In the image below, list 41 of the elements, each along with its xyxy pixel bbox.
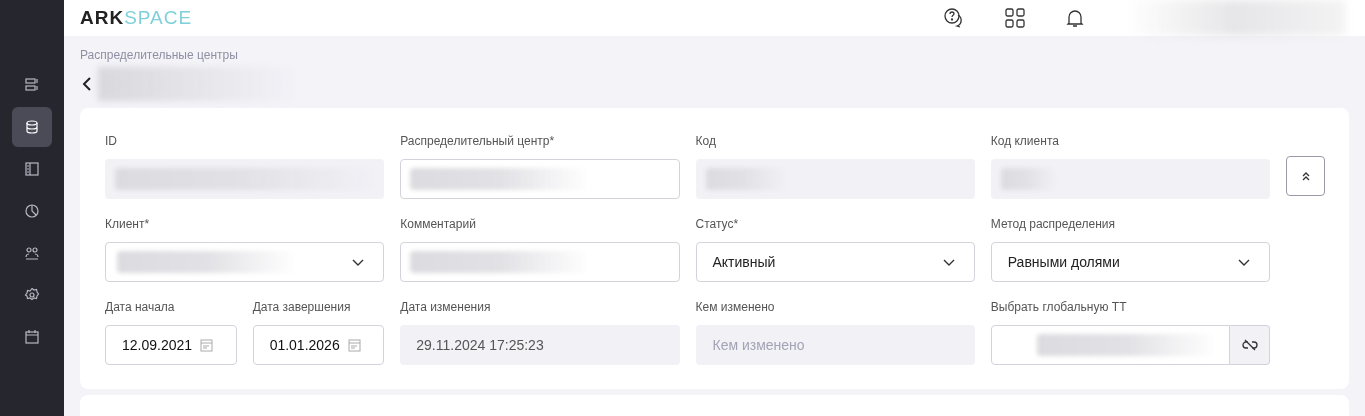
select-field[interactable]: Равными долями bbox=[990, 242, 1270, 282]
select-field[interactable]: Активный bbox=[695, 242, 975, 282]
field-label: Дата начала bbox=[105, 299, 176, 316]
readonly-field: Кем изменено bbox=[695, 325, 975, 365]
field-label: Дата завершения bbox=[252, 299, 352, 316]
calendar-icon bbox=[200, 338, 214, 352]
users-icon bbox=[24, 245, 40, 261]
logo: ARKSPACE bbox=[80, 5, 193, 30]
collapse-button[interactable] bbox=[1286, 156, 1325, 196]
field-label: Код bbox=[695, 133, 717, 150]
select-field[interactable] bbox=[105, 242, 385, 282]
apps-icon[interactable] bbox=[1005, 8, 1025, 28]
field-label: Комментарий bbox=[400, 216, 477, 233]
field-label: ID bbox=[105, 133, 118, 150]
layout-icon bbox=[24, 77, 40, 93]
book-icon bbox=[24, 161, 40, 177]
sidebar-item[interactable] bbox=[12, 107, 52, 147]
database-icon bbox=[24, 119, 40, 135]
date-field[interactable]: 12.09.2021 bbox=[105, 325, 237, 365]
field-label: Выбрать глобальную ТТ bbox=[990, 299, 1128, 316]
input-field[interactable] bbox=[400, 242, 680, 282]
date-field[interactable]: 01.01.2026 bbox=[252, 325, 385, 365]
field-label: Кем изменено bbox=[695, 299, 776, 316]
field-label: Дата изменения bbox=[400, 299, 492, 316]
bell-icon[interactable] bbox=[1065, 8, 1085, 28]
unlink-button[interactable] bbox=[1230, 325, 1270, 365]
field-label: Распределительный центр* bbox=[400, 133, 556, 150]
readonly-field: 29.11.2024 17:25:23 bbox=[400, 325, 680, 365]
field-label: Статус* bbox=[695, 216, 740, 233]
calendar-icon bbox=[24, 329, 40, 345]
input-field[interactable] bbox=[400, 159, 680, 199]
back-icon[interactable] bbox=[80, 76, 94, 92]
field-label: Клиент* bbox=[105, 216, 151, 233]
input-field[interactable] bbox=[990, 325, 1230, 365]
field-label: Код клиента bbox=[990, 133, 1060, 150]
chart-icon bbox=[24, 203, 40, 219]
field-label: Метод распределения bbox=[990, 216, 1116, 233]
settings-icon bbox=[24, 287, 40, 303]
unlink-icon bbox=[1241, 337, 1258, 353]
help-chat-icon[interactable] bbox=[943, 7, 965, 29]
calendar-icon bbox=[347, 338, 361, 352]
